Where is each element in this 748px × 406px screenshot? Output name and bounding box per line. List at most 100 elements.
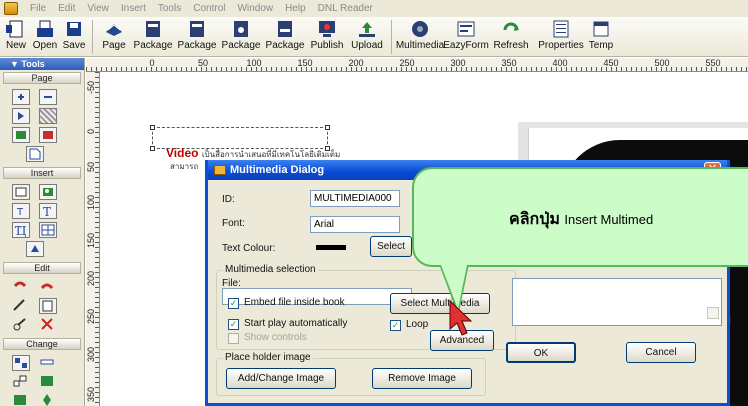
multimedia-icon [410,20,430,38]
toolbar-save-button[interactable]: Save [60,17,88,55]
add-page-icon[interactable] [12,89,30,105]
select-colour-button[interactable]: Select [370,236,412,257]
form-icon [456,20,476,38]
menu-insert[interactable]: Insert [121,3,146,14]
menu-file[interactable]: File [30,3,46,14]
menu-window[interactable]: Window [237,3,273,14]
toolbar-separator [391,20,392,54]
svg-text:T: T [43,205,51,218]
vertical-ruler: -50 0 50 100 150 200 250 300 350 [86,72,100,406]
new-page-icon [6,20,26,38]
add-change-image-button[interactable]: Add/Change Image [226,368,336,389]
id-field[interactable]: MULTIMEDIA000 [310,190,400,207]
scroll-arrow-icon[interactable] [707,307,719,319]
remove-image-button[interactable]: Remove Image [372,368,472,389]
text-colour-swatch[interactable] [316,245,346,250]
show-controls-label: Show controls [244,332,307,343]
insert-table-icon[interactable] [39,222,57,238]
insert-text-icon[interactable]: T [39,203,57,219]
undo-icon[interactable] [12,279,30,295]
package-icon [275,20,295,38]
menu-dnl-reader[interactable]: DNL Reader [318,3,373,14]
start-play-checkbox[interactable]: ✓ [228,319,239,330]
tools-section-edit[interactable]: Edit [3,262,81,274]
page-next-icon[interactable] [12,108,30,124]
change-color-icon[interactable] [12,393,30,406]
loop-label: Loop [406,319,429,330]
tools-section-page[interactable]: Page [3,72,81,84]
menu-edit[interactable]: Edit [58,3,75,14]
change-tools-grid [0,352,84,406]
page-export-icon[interactable] [39,127,57,143]
collapse-arrow-icon: ▼ [10,59,22,69]
change-move-icon[interactable] [39,393,57,406]
toolbar-package-button-4[interactable]: Package [263,17,307,55]
toolbar-open-button[interactable]: Open [30,17,60,55]
instruction-callout: คลิกปุ่ม Insert Multimed [412,167,748,267]
cancel-button[interactable]: Cancel [626,342,696,363]
ok-button[interactable]: OK [506,342,576,363]
insert-tools-grid: T T Ҵ [0,181,84,260]
multimedia-preview-list[interactable] [512,278,722,326]
menu-tools[interactable]: Tools [158,3,181,14]
page-tools-grid [0,86,84,165]
toolbar-package-button-2[interactable]: Package [175,17,219,55]
group-legend: Multimedia selection [223,264,318,275]
toolbar-template-button[interactable]: Temp [588,17,614,55]
package-lock-icon [231,20,251,38]
page-texture-icon[interactable] [39,108,57,124]
change-align-icon[interactable] [12,374,30,390]
font-label: Font: [222,218,245,229]
toolbar-publish-button[interactable]: Publish [307,17,347,55]
resize-handle[interactable] [325,125,330,130]
publish-icon [317,20,337,38]
menu-view[interactable]: View [87,3,109,14]
toolbar-eazyform-button[interactable]: EazyForm [443,17,489,55]
toolbar-refresh-button[interactable]: Refresh [488,17,534,55]
remove-page-icon[interactable] [39,89,57,105]
change-width-icon[interactable] [39,355,57,371]
package-icon [187,20,207,38]
tools-section-insert[interactable]: Insert [3,167,81,179]
toolbar-separator [92,20,93,54]
tools-section-change[interactable]: Change [3,338,81,350]
page-properties-icon[interactable] [26,146,44,162]
insert-image-icon[interactable] [39,184,57,200]
change-layout-icon[interactable] [12,355,30,371]
heading-text: เป็นสื่อการนำเสนอที่มีเทคโนโลยีเติมเต็ม [201,150,341,159]
delete-icon[interactable] [39,317,57,333]
page-import-icon[interactable] [12,127,30,143]
font-select[interactable]: Arial [310,216,400,233]
resize-handle[interactable] [150,146,155,151]
insert-box-icon[interactable] [12,184,30,200]
change-image-icon[interactable] [39,374,57,390]
tools-panel-header[interactable]: ▼ Tools [0,58,84,70]
toolbar-new-button[interactable]: New [2,17,30,55]
select-multimedia-button[interactable]: Select Multimedia [390,293,490,314]
loop-checkbox[interactable]: ✓ [390,320,401,331]
callout-text: คลิกปุ่ม Insert Multimed [509,207,653,232]
toolbar-page-button[interactable]: Page [97,17,131,55]
toolbar-upload-button[interactable]: Upload [347,17,387,55]
toolbar-package-button-3[interactable]: Package [219,17,263,55]
pointer-tool-icon[interactable] [12,298,30,314]
toolbar-package-button-1[interactable]: Package [131,17,175,55]
toolbar-multimedia-button[interactable]: Multimedia [396,17,444,55]
group-legend: Place holder image [223,352,313,363]
resize-handle[interactable] [150,125,155,130]
horizontal-ruler: 0 50 100 150 200 250 300 350 400 450 500… [86,58,748,72]
copy-icon[interactable] [39,298,57,314]
insert-link-icon[interactable]: Ҵ [12,222,30,238]
insert-multimedia-icon[interactable] [26,241,44,257]
redo-icon[interactable] [39,279,57,295]
menu-help[interactable]: Help [285,3,306,14]
insert-textbox-icon[interactable]: T [12,203,30,219]
toolbar-properties-button[interactable]: Properties [534,17,588,55]
cut-icon[interactable] [12,317,30,333]
show-controls-checkbox[interactable] [228,333,239,344]
embed-checkbox[interactable]: ✓ [228,298,239,309]
refresh-icon [501,20,521,38]
menu-control[interactable]: Control [193,3,225,14]
start-play-label: Start play automatically [244,318,348,329]
id-label: ID: [222,194,235,205]
